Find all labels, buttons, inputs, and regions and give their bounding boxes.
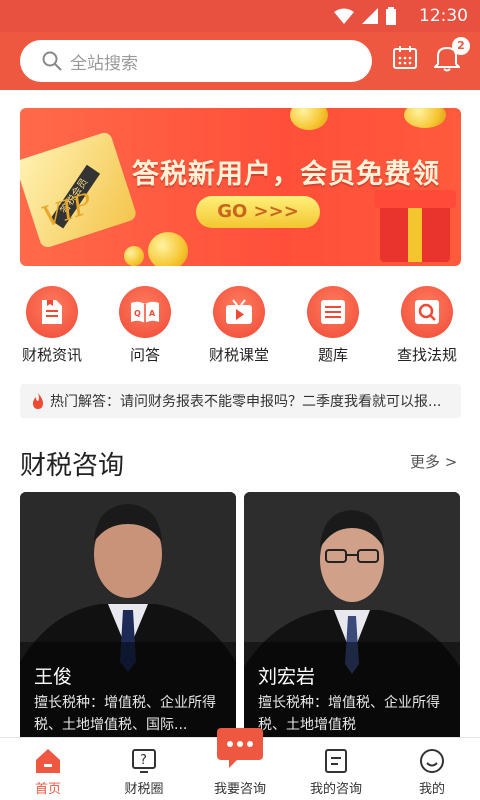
banner-headline: 答税新用户，会员免费领 (132, 159, 440, 190)
consultant-specialty: 擅长税种：增值税、企业所得税、土地增值税 (258, 695, 440, 733)
search-placeholder: 全站搜索 (70, 53, 138, 74)
nav-label: 题库 (317, 346, 348, 364)
tab-profile[interactable]: 我的 (384, 738, 480, 797)
signal-icon (362, 8, 378, 24)
svg-text:?: ? (140, 753, 147, 768)
smiley-icon (420, 749, 444, 773)
tv-play-icon (213, 286, 265, 338)
chat-bubble-icon[interactable] (217, 728, 263, 768)
calendar-icon[interactable] (392, 44, 418, 70)
section-title: 财税咨询 (20, 451, 125, 481)
banner-go-button[interactable]: GO >>> (196, 196, 320, 228)
search-doc-icon (401, 286, 453, 338)
news-icon (26, 286, 78, 338)
category-nav: 财税资讯 QA 问答 财税课堂 题库 查找法规 (0, 286, 480, 366)
coin-image (124, 246, 144, 266)
tab-label: 财税圈 (124, 782, 164, 797)
consultant-name: 刘宏岩 (258, 666, 316, 688)
search-icon (42, 51, 62, 71)
status-bar: 12:30 (0, 0, 480, 32)
question-box-icon: ? (132, 749, 156, 773)
coin-image (404, 108, 446, 128)
consultant-specialty: 擅长税种：增值税、企业所得税、土地增值税、国际... (34, 695, 216, 733)
document-icon (325, 749, 347, 773)
nav-label: 财税资讯 (21, 346, 82, 364)
more-link[interactable]: 更多 > (410, 451, 457, 472)
gift-box-image (374, 190, 456, 262)
tab-circle[interactable]: ? 财税圈 (96, 738, 192, 797)
app-header: 全站搜索 (0, 32, 480, 90)
svg-text:A: A (149, 309, 156, 318)
svg-text:Q: Q (134, 309, 141, 318)
home-icon (36, 749, 60, 773)
coin-image (290, 108, 328, 130)
nav-item-news[interactable]: 财税资讯 (7, 286, 97, 365)
nav-item-question-bank[interactable]: 题库 (288, 286, 378, 365)
vip-card-text: VIP (37, 186, 96, 234)
flame-icon (33, 393, 43, 409)
consultant-card[interactable]: 刘宏岩 擅长税种：增值税、企业所得税、土地增值税 (244, 492, 460, 742)
tab-label: 我的咨询 (309, 782, 362, 797)
notification-badge: 2 (452, 37, 470, 55)
nav-item-classroom[interactable]: 财税课堂 (194, 286, 284, 365)
battery-icon (386, 7, 396, 25)
consultant-card[interactable]: 王俊 擅长税种：增值税、企业所得税、土地增值税、国际... (20, 492, 236, 742)
nav-label: 问答 (129, 346, 160, 364)
tab-home[interactable]: 首页 (0, 738, 96, 797)
vip-card-image: 答税会员 VIP (20, 130, 138, 250)
hot-answer-ticker[interactable]: 热门解答：请问财务报表不能零申报吗？二季度我看就可以报... (20, 384, 461, 418)
status-icons (334, 7, 396, 25)
list-icon (307, 286, 359, 338)
promo-banner[interactable]: 答税会员 VIP 答税新用户，会员免费领 GO >>> (20, 108, 461, 266)
qa-book-icon: QA (119, 286, 171, 338)
tab-label: 我的 (418, 782, 445, 797)
nav-label: 财税课堂 (208, 346, 269, 364)
nav-item-qa[interactable]: QA 问答 (100, 286, 190, 365)
tab-label: 我要咨询 (213, 782, 266, 797)
coin-image (148, 232, 188, 266)
tab-my-consults[interactable]: 我的咨询 (288, 738, 384, 797)
wifi-icon (334, 8, 354, 24)
hot-answer-text: 热门解答：请问财务报表不能零申报吗？二季度我看就可以报... (50, 394, 442, 410)
tab-label: 首页 (34, 782, 61, 797)
nav-label: 查找法规 (396, 346, 457, 364)
search-input[interactable]: 全站搜索 (20, 40, 372, 82)
nav-item-regulations[interactable]: 查找法规 (382, 286, 472, 365)
status-time: 12:30 (419, 6, 468, 26)
consultant-name: 王俊 (34, 666, 73, 688)
